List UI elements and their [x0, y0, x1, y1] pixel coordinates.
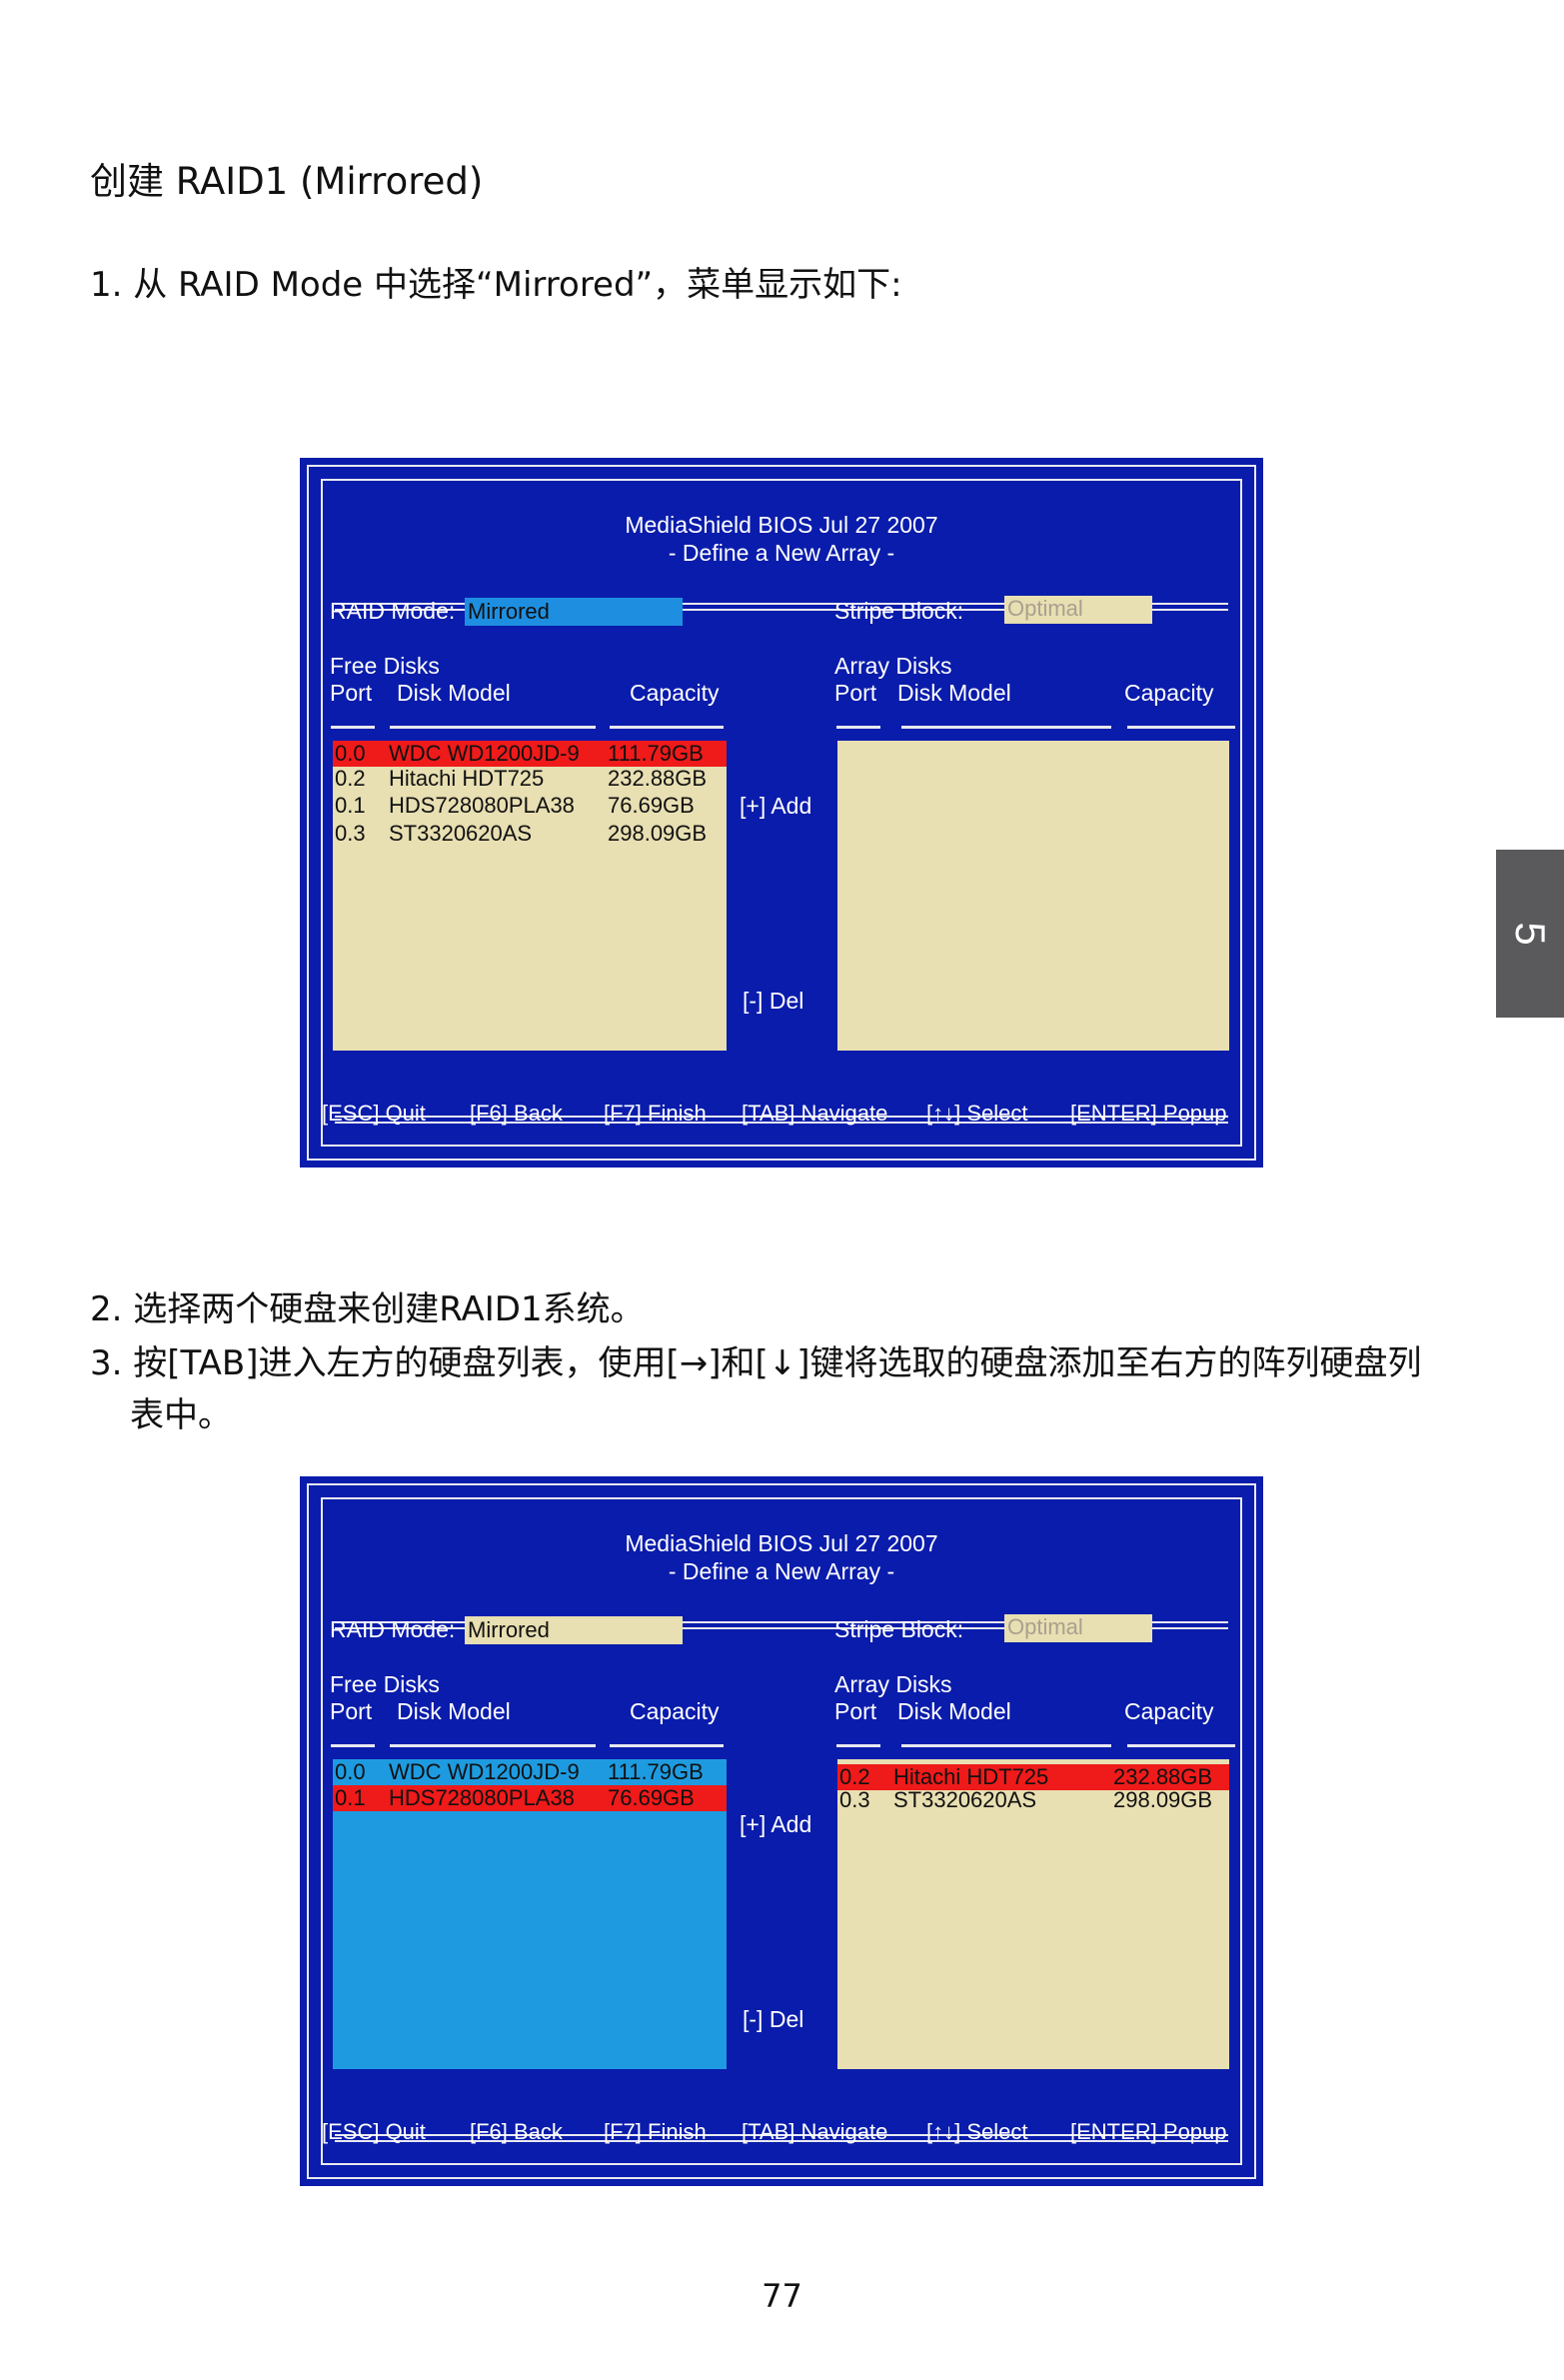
disk-capacity: 76.69GB: [608, 1785, 695, 1810]
footer-popup[interactable]: [ENTER] Popup: [1070, 2119, 1227, 2145]
list-item[interactable]: 0.0 WDC WD1200JD-9 111.79GB: [333, 741, 727, 767]
column-underline: [610, 726, 724, 729]
disk-capacity: 298.09GB: [1113, 1787, 1213, 1812]
page-number: 77: [762, 2277, 802, 2315]
bios-subtitle: - Define a New Array -: [668, 540, 895, 566]
column-underline: [1127, 726, 1235, 729]
bios-screen-1: MediaShield BIOS Jul 27 2007 - Define a …: [300, 458, 1263, 1168]
column-underline: [390, 1744, 596, 1747]
disk-model: ST3320620AS: [389, 821, 533, 846]
disk-capacity: 232.88GB: [608, 766, 708, 791]
raid-mode-field[interactable]: Mirrored: [465, 1616, 683, 1644]
bios-screen-2: MediaShield BIOS Jul 27 2007 - Define a …: [300, 1476, 1263, 2186]
footer-popup[interactable]: [ENTER] Popup: [1070, 1101, 1227, 1127]
column-underline: [836, 726, 880, 729]
disk-model: ST3320620AS: [893, 1787, 1037, 1812]
stripe-block-field[interactable]: Optimal: [1004, 596, 1152, 624]
disk-port: 0.3: [839, 1787, 870, 1812]
column-underline: [331, 1744, 375, 1747]
free-col-capacity: Capacity: [630, 1698, 720, 1724]
free-col-port: Port: [330, 680, 373, 706]
footer-back[interactable]: [F6] Back: [470, 2119, 563, 2145]
step-2-text: 2. 选择两个硬盘来创建RAID1系统。: [90, 1289, 645, 1329]
list-item[interactable]: 0.3 ST3320620AS 298.09GB: [837, 1787, 1229, 1813]
page-heading: 创建 RAID1 (Mirrored): [90, 160, 484, 203]
disk-port: 0.1: [335, 793, 366, 818]
column-underline: [836, 1744, 880, 1747]
bios-title: MediaShield BIOS Jul 27 2007: [625, 1530, 938, 1556]
array-col-port: Port: [834, 680, 877, 706]
del-button[interactable]: [-] Del: [743, 988, 803, 1015]
footer-back[interactable]: [F6] Back: [470, 1101, 563, 1127]
free-disks-list[interactable]: 0.0 WDC WD1200JD-9 111.79GB 0.1 HDS728080PL…: [333, 1759, 727, 2069]
disk-port: 0.1: [335, 1785, 366, 1810]
footer-finish[interactable]: [F7] Finish: [604, 1101, 707, 1127]
stripe-block-label: Stripe Block:: [834, 598, 964, 624]
array-col-capacity: Capacity: [1124, 1698, 1214, 1724]
raid-mode-field[interactable]: Mirrored: [465, 598, 683, 626]
footer-select[interactable]: [↑↓] Select: [926, 1101, 1027, 1127]
list-item[interactable]: 0.1 HDS728080PLA38 76.69GB: [333, 1785, 727, 1811]
column-underline: [610, 1744, 724, 1747]
footer-navigate[interactable]: [TAB] Navigate: [742, 1101, 887, 1127]
free-disks-list[interactable]: 0.0 WDC WD1200JD-9 111.79GB 0.2 Hitachi HDT…: [333, 741, 727, 1051]
footer-quit[interactable]: [ESC] Quit: [322, 2119, 426, 2145]
disk-port: 0.0: [335, 741, 366, 766]
disk-port: 0.0: [335, 1759, 366, 1784]
bios-title: MediaShield BIOS Jul 27 2007: [625, 512, 938, 538]
array-disks-list[interactable]: 0.2 Hitachi HDT725 232.88GB 0.3 ST3320620AS…: [837, 1759, 1229, 2069]
array-col-model: Disk Model: [897, 1698, 1011, 1724]
add-button[interactable]: [+] Add: [740, 793, 811, 820]
disk-port: 0.3: [335, 821, 366, 846]
disk-capacity: 111.79GB: [608, 741, 704, 766]
chapter-number: 5: [1507, 922, 1554, 946]
disk-model: Hitachi HDT725: [389, 766, 545, 791]
list-item[interactable]: 0.2 Hitachi HDT725 232.88GB: [333, 766, 727, 792]
footer-finish[interactable]: [F7] Finish: [604, 2119, 707, 2145]
disk-model: WDC WD1200JD-9: [389, 741, 580, 766]
free-disks-heading: Free Disks: [330, 653, 440, 679]
array-col-port: Port: [834, 1698, 877, 1724]
column-underline: [390, 726, 596, 729]
free-col-model: Disk Model: [397, 680, 511, 706]
bios-subtitle: - Define a New Array -: [668, 1558, 895, 1584]
free-col-model: Disk Model: [397, 1698, 511, 1724]
disk-model: WDC WD1200JD-9: [389, 1759, 580, 1784]
array-col-model: Disk Model: [897, 680, 1011, 706]
array-disks-heading: Array Disks: [834, 1671, 952, 1697]
column-underline: [901, 726, 1111, 729]
free-col-port: Port: [330, 1698, 373, 1724]
footer-quit[interactable]: [ESC] Quit: [322, 1101, 426, 1127]
raid-mode-label: RAID Mode:: [330, 1616, 456, 1642]
disk-capacity: 111.79GB: [608, 1759, 704, 1784]
disk-model: HDS728080PLA38: [389, 793, 575, 818]
array-disks-list[interactable]: [837, 741, 1229, 1051]
del-button[interactable]: [-] Del: [743, 2006, 803, 2033]
chapter-tab: 5: [1496, 850, 1564, 1018]
step-3-text-continued: 表中。: [130, 1395, 232, 1435]
raid-mode-label: RAID Mode:: [330, 598, 456, 624]
array-disks-heading: Array Disks: [834, 653, 952, 679]
column-underline: [901, 1744, 1111, 1747]
list-item[interactable]: 0.3 ST3320620AS 298.09GB: [333, 821, 727, 847]
free-disks-heading: Free Disks: [330, 1671, 440, 1697]
column-underline: [1127, 1744, 1235, 1747]
disk-capacity: 76.69GB: [608, 793, 695, 818]
step-1-text: 1. 从 RAID Mode 中选择“Mirrored”，菜单显示如下:: [90, 265, 902, 305]
column-underline: [331, 726, 375, 729]
add-button[interactable]: [+] Add: [740, 1811, 811, 1838]
stripe-block-label: Stripe Block:: [834, 1616, 964, 1642]
array-col-capacity: Capacity: [1124, 680, 1214, 706]
step-3-text: 3. 按[TAB]进入左方的硬盘列表，使用[→]和[↓]键将选取的硬盘添加至右方…: [90, 1343, 1422, 1383]
free-col-capacity: Capacity: [630, 680, 720, 706]
footer-navigate[interactable]: [TAB] Navigate: [742, 2119, 887, 2145]
stripe-block-field[interactable]: Optimal: [1004, 1614, 1152, 1642]
list-item[interactable]: 0.0 WDC WD1200JD-9 111.79GB: [333, 1759, 727, 1785]
footer-select[interactable]: [↑↓] Select: [926, 2119, 1027, 2145]
disk-port: 0.2: [335, 766, 366, 791]
list-item[interactable]: 0.1 HDS728080PLA38 76.69GB: [333, 793, 727, 819]
disk-model: HDS728080PLA38: [389, 1785, 575, 1810]
disk-capacity: 298.09GB: [608, 821, 708, 846]
